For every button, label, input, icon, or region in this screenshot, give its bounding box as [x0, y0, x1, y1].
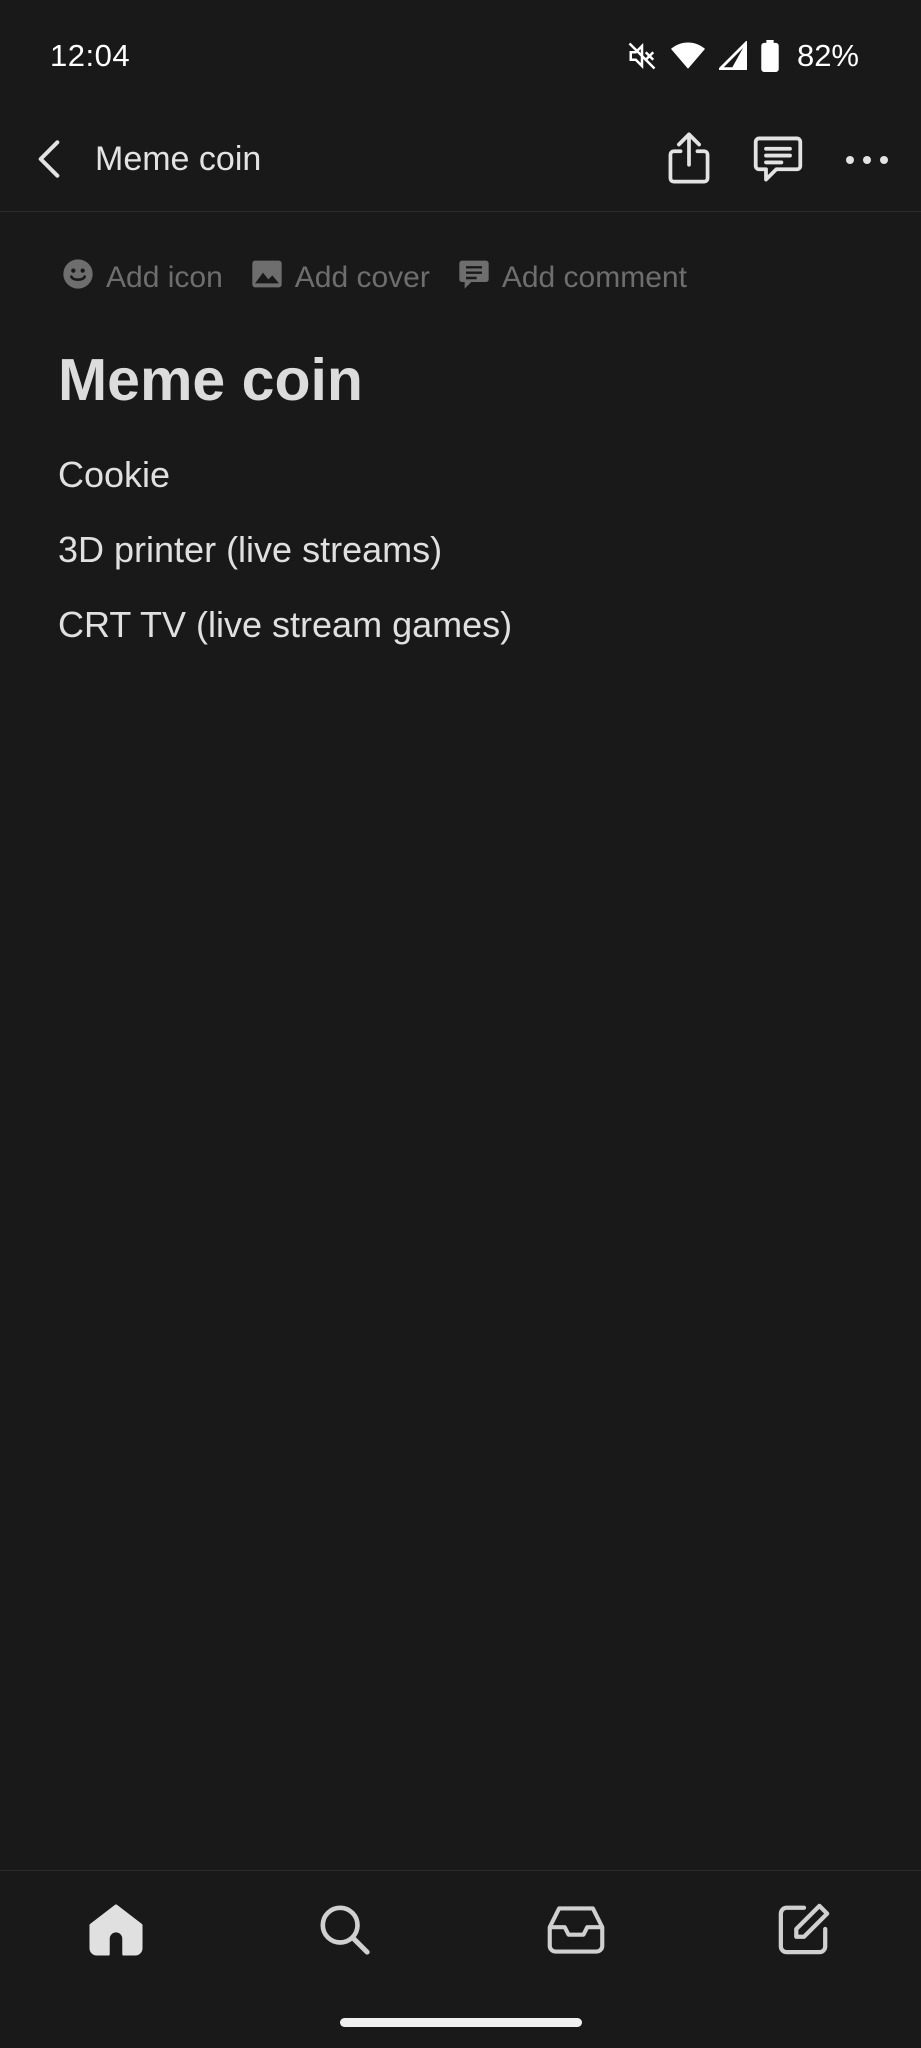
comment-icon	[458, 258, 502, 298]
home-icon	[87, 1902, 145, 1961]
text-block[interactable]: Cookie	[58, 452, 512, 527]
inbox-icon	[546, 1904, 606, 1959]
smiley-icon	[62, 258, 106, 298]
signal-icon	[718, 41, 747, 71]
back-icon	[36, 139, 62, 184]
document-blocks: Cookie 3D printer (live streams) CRT TV …	[58, 452, 512, 677]
page-actions: Add icon Add cover Add comment	[62, 258, 715, 298]
more-button[interactable]	[840, 140, 894, 180]
battery-icon	[761, 40, 779, 72]
top-bar: Meme coin	[0, 112, 921, 212]
status-icons: 82%	[627, 38, 859, 74]
comments-icon	[752, 135, 804, 188]
page-title: Meme coin	[95, 140, 262, 178]
search-icon	[317, 1902, 371, 1961]
share-button[interactable]	[662, 130, 716, 190]
text-block[interactable]: CRT TV (live stream games)	[58, 602, 512, 677]
add-icon-label: Add icon	[106, 261, 223, 294]
nav-new-page-button[interactable]	[772, 1899, 836, 1963]
new-page-icon	[777, 1902, 831, 1961]
comments-button[interactable]	[750, 134, 806, 188]
add-cover-label: Add cover	[294, 261, 430, 294]
battery-percent: 82%	[796, 38, 859, 73]
screen: 12:04 82% Meme coin Add icon Add cover A…	[0, 0, 921, 2048]
nav-inbox-button[interactable]	[544, 1899, 608, 1963]
status-bar: 12:04 82%	[0, 0, 921, 112]
back-button[interactable]	[26, 138, 72, 184]
image-icon	[251, 258, 295, 298]
add-icon-button[interactable]: Add icon	[62, 258, 223, 298]
home-indicator[interactable]	[340, 2018, 582, 2027]
wifi-icon	[670, 41, 705, 71]
nav-search-button[interactable]	[312, 1899, 376, 1963]
share-icon	[667, 131, 711, 190]
add-comment-button[interactable]: Add comment	[458, 258, 687, 298]
nav-home-button[interactable]	[84, 1899, 148, 1963]
add-comment-label: Add comment	[501, 261, 687, 294]
text-block[interactable]: 3D printer (live streams)	[58, 527, 512, 602]
status-time: 12:04	[50, 38, 131, 73]
document-title[interactable]: Meme coin	[58, 346, 363, 414]
mute-icon	[627, 41, 657, 71]
more-icon	[846, 156, 888, 164]
add-cover-button[interactable]: Add cover	[251, 258, 430, 298]
bottom-nav	[0, 1870, 921, 1990]
